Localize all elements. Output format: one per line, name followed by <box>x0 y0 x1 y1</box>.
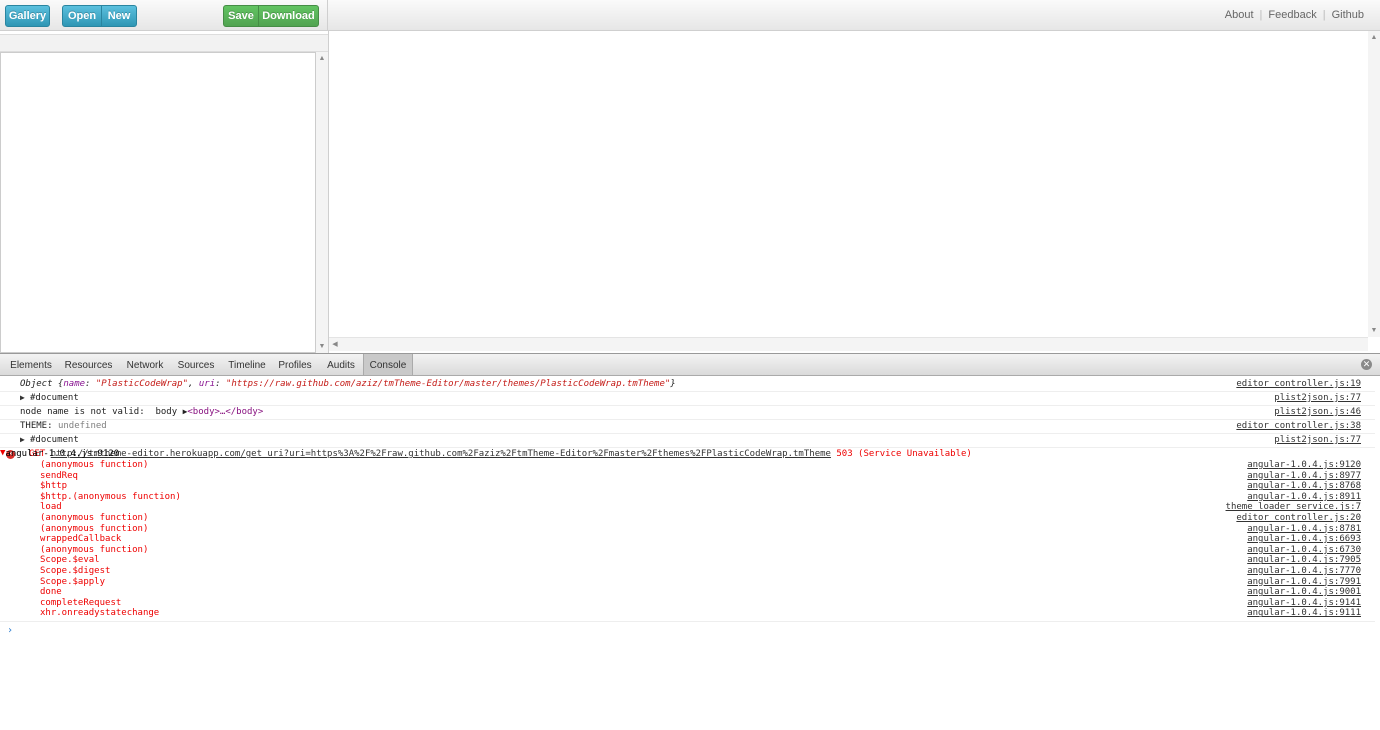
scroll-down-icon[interactable]: ▼ <box>316 343 328 350</box>
source-link[interactable]: plist2json.js:77 <box>1274 393 1361 403</box>
stack-frame-source-link[interactable]: angular-1.0.4.js:9141 <box>1247 598 1361 608</box>
left-scrollbar[interactable]: ▲ ▼ <box>316 52 328 353</box>
github-link[interactable]: Github <box>1326 9 1370 21</box>
scroll-up-icon[interactable]: ▲ <box>316 55 328 62</box>
stack-frame-source-link[interactable]: angular-1.0.4.js:8911 <box>1247 492 1361 502</box>
expand-triangle-icon[interactable]: ▶ <box>20 435 25 444</box>
console-log-row: node name is not valid: body ▶<body>…</b… <box>0 406 1375 420</box>
console-log-row: THEME: undefined editor_controller.js:38 <box>0 420 1375 434</box>
top-toolbar: Gallery Open New Save Download About | Fee… <box>0 0 1380 31</box>
tab-audits[interactable]: Audits <box>322 354 360 375</box>
stack-frame-source-link[interactable]: angular-1.0.4.js:9120 <box>1247 460 1361 470</box>
console-prompt-icon[interactable]: › <box>7 625 13 636</box>
editor-horizontal-scrollbar[interactable]: ◀ <box>329 337 1368 351</box>
toolbar-left-section: Gallery Open New Save Download <box>0 0 328 31</box>
error-entry: ✕ ▼ GET http://tmtheme-editor.herokuapp.… <box>0 448 1375 622</box>
devtools-tabbar: Elements Resources Network Sources Timel… <box>0 353 1380 376</box>
stack-frame-source-link[interactable]: editor_controller.js:20 <box>1236 513 1361 523</box>
scroll-left-icon[interactable]: ◀ <box>329 340 341 348</box>
stack-frame-source-link[interactable]: angular-1.0.4.js:7991 <box>1247 577 1361 587</box>
about-link[interactable]: About <box>1219 9 1260 21</box>
console-log-row: ▶ #document plist2json.js:77 <box>0 434 1375 448</box>
tab-network[interactable]: Network <box>122 354 168 375</box>
source-link[interactable]: editor_controller.js:19 <box>1236 379 1361 389</box>
stack-frame-function: completeRequest <box>40 597 122 608</box>
source-link[interactable]: plist2json.js:46 <box>1274 407 1361 417</box>
save-button[interactable]: Save <box>223 5 259 27</box>
stack-frame-function: Scope.$apply <box>40 576 106 587</box>
error-url-link[interactable]: http://tmtheme-editor.herokuapp.com/get_… <box>51 449 831 459</box>
document-log[interactable]: #document <box>30 435 79 445</box>
stack-frame-source-link[interactable]: angular-1.0.4.js:6693 <box>1247 534 1361 544</box>
stack-frame-source-link[interactable]: angular-1.0.4.js:6730 <box>1247 545 1361 555</box>
object-log[interactable]: Object {name: "PlasticCodeWrap", uri: "h… <box>20 379 676 389</box>
tab-timeline[interactable]: Timeline <box>225 354 269 375</box>
tab-sources[interactable]: Sources <box>174 354 218 375</box>
stack-frame-function: (anonymous function) <box>40 513 149 523</box>
devtools-panel: Elements Resources Network Sources Timel… <box>0 353 1380 730</box>
stack-frame-function: wrappedCallback <box>40 534 122 545</box>
stack-frame-function: (anonymous function) <box>40 523 149 534</box>
stack-frame-source-link[interactable]: angular-1.0.4.js:7905 <box>1247 555 1361 565</box>
stack-frame-function: done <box>40 587 62 598</box>
scroll-down-icon[interactable]: ▼ <box>1368 327 1380 334</box>
stack-frame-function: $http <box>40 481 68 492</box>
theme-log: THEME: undefined <box>20 421 107 431</box>
source-link[interactable]: angular-1.0.4.js:9120 <box>5 449 119 459</box>
tab-console[interactable]: Console <box>363 354 413 375</box>
source-link[interactable]: editor_controller.js:38 <box>1236 421 1361 431</box>
download-button[interactable]: Download <box>258 5 319 27</box>
stack-frame-source-link[interactable]: theme_loader_service.js:7 <box>1226 502 1361 512</box>
scope-list[interactable] <box>0 52 316 353</box>
stack-frame-source-link[interactable]: angular-1.0.4.js:8977 <box>1247 471 1361 481</box>
expand-triangle-icon[interactable]: ▶ <box>20 393 25 402</box>
stack-frame-function: (anonymous function) <box>40 544 149 555</box>
stack-frame-source-link[interactable]: angular-1.0.4.js:8781 <box>1247 524 1361 534</box>
stack-frame-source-link[interactable]: angular-1.0.4.js:8768 <box>1247 481 1361 491</box>
console-log-row: ▶ #document plist2json.js:77 <box>0 392 1375 406</box>
stack-frame-function: load <box>40 502 62 513</box>
left-panel-header <box>0 34 328 52</box>
tab-elements[interactable]: Elements <box>6 354 56 375</box>
gallery-button[interactable]: Gallery <box>5 5 50 27</box>
stack-frame-function: sendReq <box>40 470 78 481</box>
stack-frame-function: Scope.$digest <box>40 566 111 576</box>
console-log-row: Object {name: "PlasticCodeWrap", uri: "h… <box>0 378 1375 392</box>
close-icon[interactable]: ✕ <box>1361 359 1372 370</box>
tab-profiles[interactable]: Profiles <box>276 354 314 375</box>
tab-resources[interactable]: Resources <box>61 354 116 375</box>
editor-vertical-scrollbar[interactable]: ▲ ▼ <box>1368 31 1380 337</box>
left-panel: ▲ ▼ <box>0 31 329 353</box>
feedback-link[interactable]: Feedback <box>1262 9 1322 21</box>
stack-frame-function: $http.(anonymous function) <box>40 491 181 502</box>
source-link[interactable]: plist2json.js:77 <box>1274 435 1361 445</box>
node-name-log: node name is not valid: body ▶<body>…</b… <box>20 407 264 417</box>
stack-frame-function: xhr.onreadystatechange <box>40 608 160 619</box>
scroll-up-icon[interactable]: ▲ <box>1368 34 1380 41</box>
new-button[interactable]: New <box>101 5 137 27</box>
document-log[interactable]: #document <box>30 393 79 403</box>
stack-frame-function: Scope.$eval <box>40 555 100 566</box>
stack-frame-source-link[interactable]: angular-1.0.4.js:9111 <box>1247 608 1361 618</box>
top-links: About | Feedback | Github <box>1219 9 1370 21</box>
stack-frame-source-link[interactable]: angular-1.0.4.js:9001 <box>1247 587 1361 597</box>
stack-frame-source-link[interactable]: angular-1.0.4.js:7770 <box>1247 566 1361 576</box>
stack-frame-function: (anonymous function) <box>40 460 149 470</box>
error-message: GET http://tmtheme-editor.herokuapp.com/… <box>29 449 972 459</box>
open-button[interactable]: Open <box>62 5 102 27</box>
preview-editor[interactable]: ▲ ▼ ◀ <box>329 31 1380 353</box>
